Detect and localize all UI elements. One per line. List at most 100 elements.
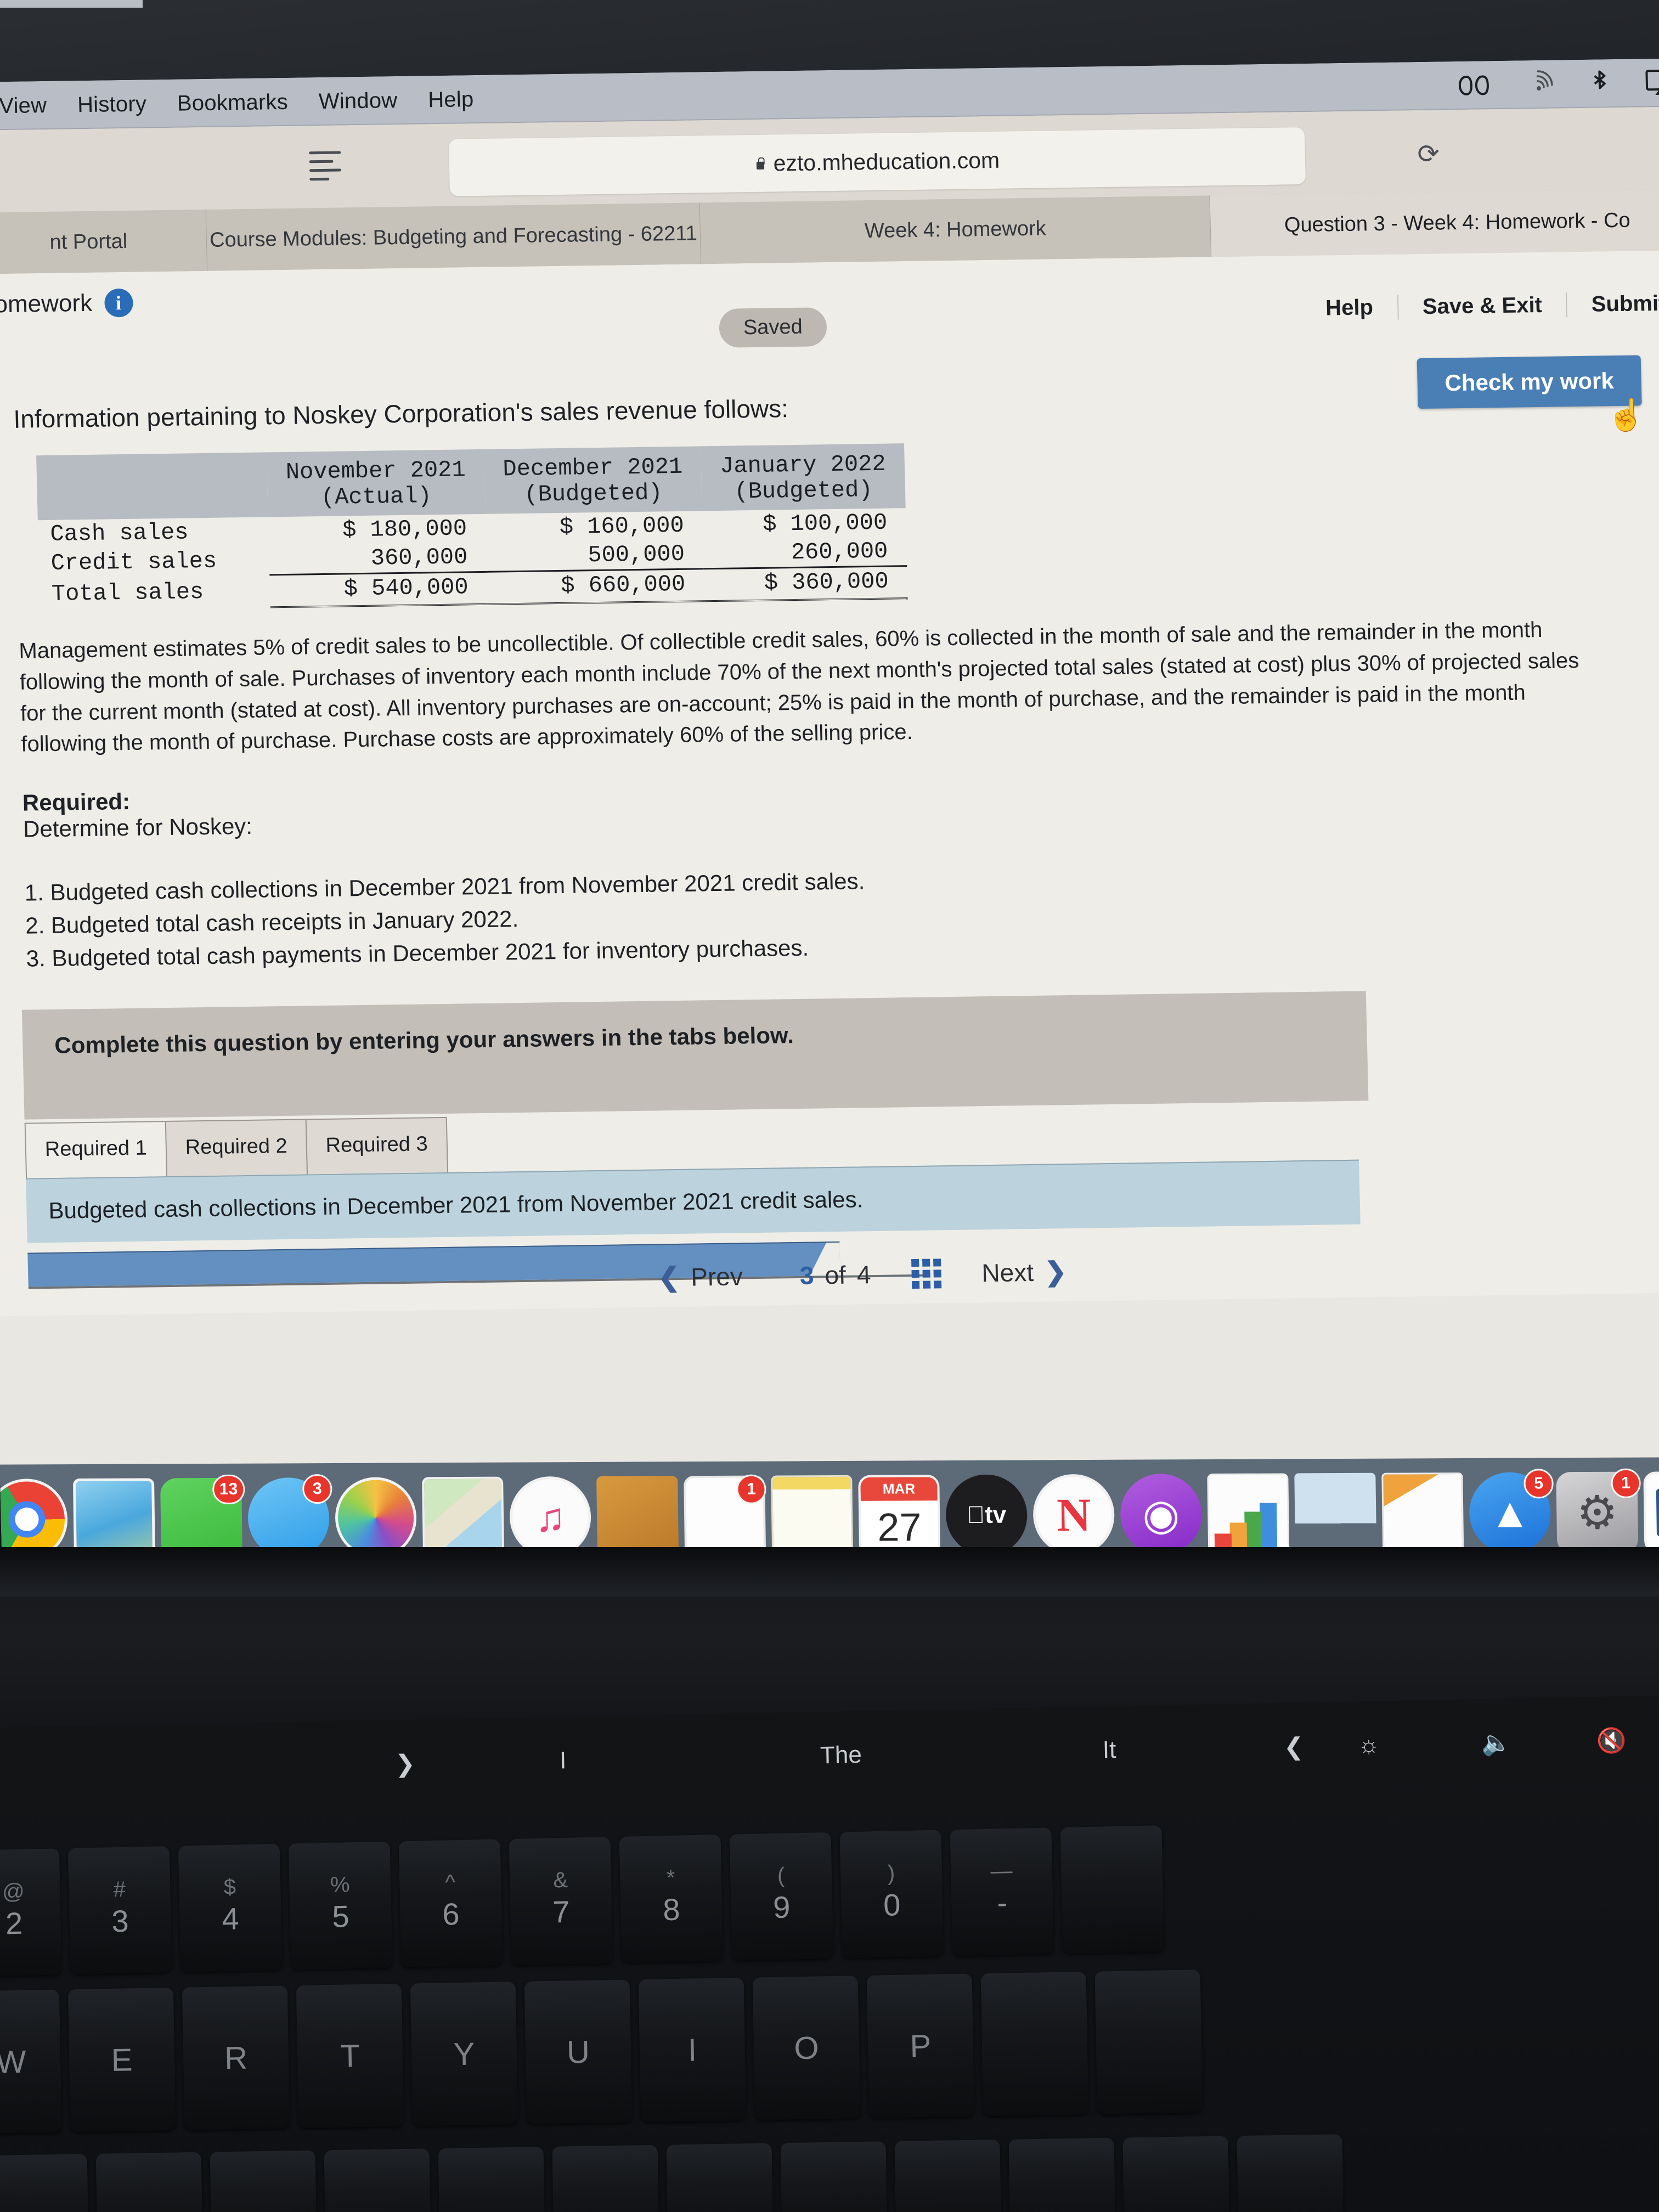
keynote-icon[interactable]: [1294, 1472, 1377, 1555]
key-semicolon[interactable]: [1122, 2136, 1230, 2212]
touchbar-chevron-right[interactable]: ❯: [395, 1750, 416, 1778]
tab-required-2[interactable]: Required 2: [165, 1119, 308, 1177]
podcasts-icon[interactable]: ◉: [1120, 1474, 1203, 1555]
browser-chrome: ezto.mheducation.com ⟳ nt Portal Course …: [0, 106, 1659, 274]
address-bar[interactable]: ezto.mheducation.com: [448, 127, 1306, 196]
key-i[interactable]: I: [638, 1977, 747, 2123]
key-3[interactable]: #3: [67, 1846, 172, 1974]
key-bracket-left[interactable]: [980, 1971, 1089, 2117]
airplay-icon[interactable]: [1645, 69, 1659, 97]
mute-icon[interactable]: 🔇: [1596, 1726, 1627, 1755]
system-preferences-badge: 1: [1611, 1468, 1641, 1498]
key-h[interactable]: [666, 2143, 774, 2212]
credit-sales-december: 500,000: [587, 540, 685, 569]
key-caps-lock[interactable]: [0, 2154, 89, 2212]
submit-link[interactable]: Submit: [1567, 291, 1659, 318]
next-question-button[interactable]: Next ❯: [953, 1256, 1096, 1289]
key-j[interactable]: [780, 2141, 888, 2212]
calendar-icon[interactable]: MAR 27: [858, 1475, 941, 1556]
tab-course-modules[interactable]: Course Modules: Budgeting and Forecastin…: [206, 202, 702, 271]
notes-icon[interactable]: [771, 1475, 854, 1557]
menu-item-window[interactable]: Window: [318, 88, 398, 114]
menu-item-history[interactable]: History: [77, 92, 147, 117]
save-exit-link[interactable]: Save & Exit: [1398, 292, 1568, 320]
pages-icon[interactable]: [1381, 1472, 1464, 1554]
reminders-icon[interactable]: 1: [684, 1474, 766, 1558]
key-t[interactable]: T: [296, 1983, 404, 2129]
touchbar-caret[interactable]: I: [560, 1747, 567, 1774]
key-k[interactable]: [894, 2139, 1002, 2212]
key-equals[interactable]: [1060, 1825, 1165, 1954]
touchbar-suggestion-the[interactable]: The: [820, 1741, 862, 1769]
reload-icon[interactable]: ⟳: [1417, 139, 1440, 170]
volume-icon[interactable]: 🔈: [1481, 1728, 1511, 1757]
music-icon[interactable]: ♫: [509, 1476, 592, 1558]
key-d[interactable]: [324, 2148, 431, 2212]
cash-sales-january: $ 100,000: [762, 509, 888, 538]
contacts-icon[interactable]: [596, 1476, 679, 1558]
touchbar-suggestion-it[interactable]: It: [1102, 1736, 1116, 1764]
menu-item-bookmarks[interactable]: Bookmarks: [177, 89, 288, 116]
menu-item-view[interactable]: View: [0, 93, 47, 118]
wifi-icon[interactable]: [1524, 70, 1554, 100]
numbers-icon[interactable]: [1207, 1473, 1290, 1555]
info-icon[interactable]: i: [104, 288, 133, 318]
key-6[interactable]: ^ 6: [398, 1839, 503, 1968]
bluetooth-icon[interactable]: [1588, 68, 1611, 99]
key-f[interactable]: [438, 2147, 545, 2212]
tab-student-portal[interactable]: nt Portal: [0, 209, 208, 274]
required-1-text: Budgeted cash collections in December 20…: [48, 1186, 864, 1224]
appletv-icon[interactable]:  tv: [945, 1474, 1028, 1556]
sidebar-toggle-icon[interactable]: [309, 146, 356, 185]
key-w[interactable]: W: [0, 1989, 62, 2134]
appstore-icon[interactable]: ▲ 5: [1469, 1469, 1554, 1554]
total-pages: 4: [856, 1260, 872, 1289]
key-minus[interactable]: — -: [950, 1827, 1054, 1956]
menu-item-help[interactable]: Help: [428, 87, 474, 112]
key-7[interactable]: & 7: [509, 1837, 613, 1966]
grid-view-icon[interactable]: [911, 1259, 942, 1289]
key-s[interactable]: [210, 2150, 317, 2212]
photos-icon[interactable]: [335, 1477, 417, 1559]
key-bracket-right[interactable]: [1094, 1970, 1203, 2114]
key-e[interactable]: E: [67, 1987, 176, 2132]
total-sales-january: $ 360,000: [703, 566, 908, 601]
key-8[interactable]: * 8: [619, 1835, 724, 1963]
key-2[interactable]: @2: [0, 1848, 62, 1977]
tab-week4-homework[interactable]: Week 4: Homework: [699, 195, 1212, 264]
cash-sales-december: $ 160,000: [559, 512, 685, 541]
tab-question-3[interactable]: Question 3 - Week 4: Homework - Co: [1210, 188, 1659, 257]
key-quote[interactable]: [1237, 2134, 1344, 2212]
microsoft-word-icon[interactable]: W: [1643, 1471, 1659, 1553]
url-text: ezto.mheducation.com: [773, 147, 1000, 176]
key-0[interactable]: ) 0: [839, 1830, 944, 1959]
prev-question-button[interactable]: ❮ Prev: [629, 1261, 771, 1294]
tab-required-1[interactable]: Required 1: [24, 1121, 167, 1178]
brightness-icon[interactable]: ☼: [1357, 1731, 1380, 1759]
tab-required-3[interactable]: Required 3: [305, 1117, 448, 1175]
webex-icon[interactable]: [1458, 74, 1491, 97]
key-9[interactable]: (9: [729, 1832, 834, 1961]
key-g[interactable]: [552, 2145, 659, 2212]
help-link[interactable]: Help: [1301, 295, 1399, 321]
key-5[interactable]: % 5: [288, 1841, 393, 1970]
pointing-hand-cursor: ☝: [1606, 397, 1646, 433]
calendar-day: 27: [877, 1505, 922, 1550]
page-title: omework i: [0, 288, 133, 319]
key-r[interactable]: R: [182, 1985, 290, 2130]
touchbar-chevron-left[interactable]: ❮: [1283, 1733, 1304, 1761]
menubar-status-area: [1458, 67, 1659, 101]
key-a[interactable]: [95, 2152, 203, 2212]
screen-glare: [0, 0, 143, 8]
key-o[interactable]: O: [752, 1976, 861, 2120]
laptop-photo: t View History Bookmarks Window Help: [0, 0, 1659, 2212]
key-l[interactable]: [1008, 2137, 1116, 2212]
key-u[interactable]: U: [524, 1979, 633, 2124]
key-y[interactable]: Y: [410, 1982, 518, 2126]
appstore-badge: 5: [1523, 1469, 1554, 1499]
key-p[interactable]: P: [866, 1973, 975, 2118]
key-4[interactable]: $4: [178, 1843, 283, 1972]
system-preferences-icon[interactable]: ⚙ 1: [1556, 1468, 1641, 1554]
news-icon[interactable]: N: [1032, 1474, 1115, 1556]
maps-icon[interactable]: [422, 1476, 505, 1559]
